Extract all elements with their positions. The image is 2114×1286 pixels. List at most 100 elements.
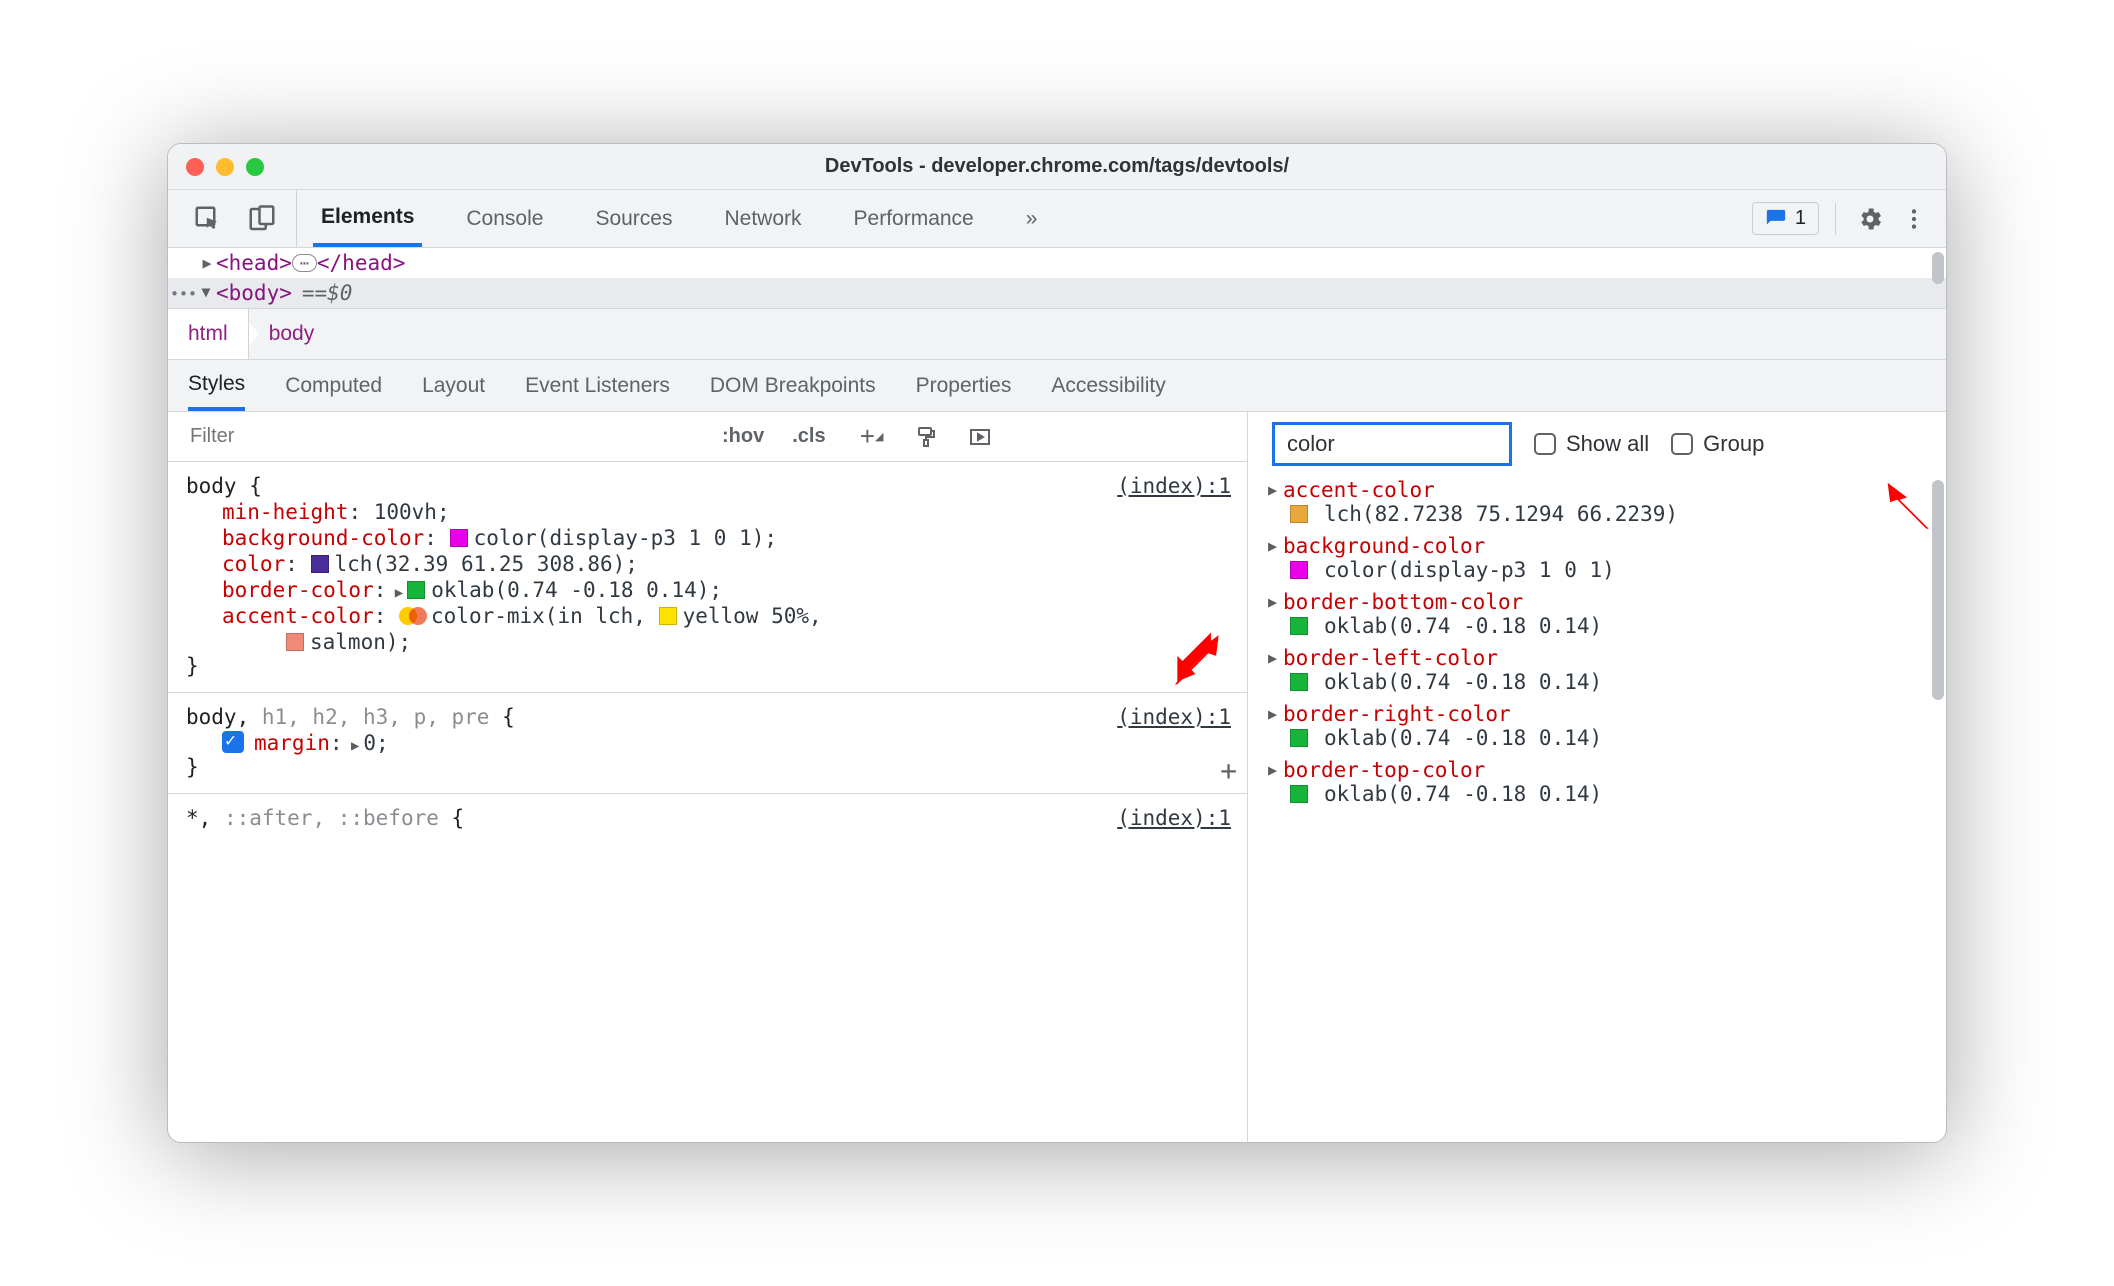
group-checkbox[interactable]: Group	[1671, 431, 1764, 457]
computed-prop-value: oklab(0.74 -0.18 0.14)	[1320, 614, 1602, 638]
computed-prop-name: border-left-color	[1283, 646, 1498, 670]
dom-head-open: <head>	[216, 251, 292, 275]
titlebar: DevTools - developer.chrome.com/tags/dev…	[168, 144, 1946, 190]
breadcrumb: html body	[168, 308, 1946, 360]
subtab-layout[interactable]: Layout	[422, 360, 485, 411]
color-swatch[interactable]	[450, 529, 468, 547]
computed-property[interactable]: ▶ border-bottom-coloroklab(0.74 -0.18 0.1…	[1268, 588, 1938, 644]
computed-property[interactable]: ▶border-left-coloroklab(0.74 -0.18 0.14)	[1268, 644, 1938, 700]
settings-icon[interactable]	[1852, 201, 1888, 237]
color-swatch[interactable]	[659, 607, 677, 625]
color-swatch[interactable]	[286, 633, 304, 651]
styles-pane: :hov .cls +◢ (index):1 body { min-height…	[168, 412, 1248, 1142]
source-link[interactable]: (index):1	[1117, 705, 1231, 729]
subtab-accessibility[interactable]: Accessibility	[1051, 360, 1165, 411]
computed-property[interactable]: ▶ background-colorcolor(display-p3 1 0 1)	[1268, 532, 1938, 588]
tab-sources[interactable]: Sources	[587, 190, 680, 247]
computed-filter-input[interactable]	[1272, 422, 1512, 466]
color-mix-swatch[interactable]	[399, 607, 427, 625]
computed-property[interactable]: ▶ border-right-coloroklab(0.74 -0.18 0.14…	[1268, 700, 1938, 756]
show-all-checkbox[interactable]: Show all	[1534, 431, 1649, 457]
color-swatch[interactable]	[1290, 785, 1308, 803]
annotation-arrow-icon	[1878, 478, 1936, 536]
expand-icon[interactable]: ▶	[386, 585, 403, 601]
expand-icon[interactable]: ▶	[1268, 593, 1277, 611]
expand-icon[interactable]: ▶	[1268, 705, 1277, 723]
rule-close: }	[186, 654, 1231, 678]
computed-property[interactable]: ▶ accent-colorlch(82.7238 75.1294 66.2239…	[1268, 476, 1938, 532]
flexbox-editor-icon[interactable]	[962, 419, 998, 455]
breadcrumb-body[interactable]: body	[248, 309, 335, 359]
subtab-styles[interactable]: Styles	[188, 360, 245, 411]
computed-prop-name: border-top-color	[1283, 758, 1485, 782]
expand-icon[interactable]: ▶	[198, 254, 216, 272]
inspect-element-icon[interactable]	[190, 201, 226, 237]
color-swatch[interactable]	[1290, 505, 1308, 523]
subtab-dom-breakpoints[interactable]: DOM Breakpoints	[710, 360, 876, 411]
computed-prop-value: color(display-p3 1 0 1)	[1320, 558, 1615, 582]
more-menu-icon[interactable]	[1896, 201, 1932, 237]
css-rule-margin[interactable]: (index):1 body, h1, h2, h3, p, pre { mar…	[168, 692, 1247, 793]
expand-icon[interactable]: ▶	[1268, 761, 1277, 779]
cls-toggle[interactable]: .cls	[778, 425, 839, 448]
window-title: DevTools - developer.chrome.com/tags/dev…	[168, 155, 1946, 178]
expand-icon[interactable]: ▶	[1268, 481, 1277, 499]
tab-elements[interactable]: Elements	[313, 190, 422, 247]
expand-icon[interactable]: ▶	[1268, 649, 1277, 667]
annotation-arrow-icon	[1167, 630, 1229, 692]
subtab-computed[interactable]: Computed	[285, 360, 382, 411]
tab-performance[interactable]: Performance	[846, 190, 982, 247]
breadcrumb-html[interactable]: html	[168, 309, 248, 359]
collapsed-ellipsis[interactable]: ⋯	[292, 254, 317, 272]
styles-filter-input[interactable]	[168, 412, 708, 461]
dom-head-close: </head>	[317, 251, 406, 275]
css-rule-body[interactable]: (index):1 body { min-height: 100vh; back…	[168, 462, 1247, 692]
color-swatch[interactable]	[1290, 617, 1308, 635]
computed-prop-name: border-bottom-color	[1283, 590, 1523, 614]
tab-console[interactable]: Console	[458, 190, 551, 247]
computed-prop-value: oklab(0.74 -0.18 0.14)	[1320, 782, 1602, 806]
rule-selector: body, h1, h2, h3, p, pre {	[186, 705, 1231, 729]
rule-close: }	[186, 755, 1231, 779]
css-rule-universal[interactable]: (index):1 *, ::after, ::before {	[168, 793, 1247, 844]
computed-pane: Show all Group ▶ accent-colorlch(82.7238 …	[1248, 412, 1946, 1142]
rule-selector: body {	[186, 474, 1231, 498]
computed-prop-value: lch(82.7238 75.1294 66.2239)	[1320, 502, 1678, 526]
color-swatch[interactable]	[311, 555, 329, 573]
color-swatch[interactable]	[1290, 673, 1308, 691]
computed-property[interactable]: ▶ border-top-coloroklab(0.74 -0.18 0.14)	[1268, 756, 1938, 812]
subtab-properties[interactable]: Properties	[916, 360, 1012, 411]
styles-filter-bar: :hov .cls +◢	[168, 412, 1247, 462]
property-checkbox[interactable]	[222, 731, 244, 753]
main-toolbar: Elements Console Sources Network Perform…	[168, 190, 1946, 248]
color-swatch[interactable]	[1290, 729, 1308, 747]
devtools-window: DevTools - developer.chrome.com/tags/dev…	[167, 143, 1947, 1143]
color-swatch[interactable]	[407, 581, 425, 599]
computed-prop-name: border-right-color	[1283, 702, 1511, 726]
add-declaration-icon[interactable]: +	[1220, 754, 1237, 787]
source-link[interactable]: (index):1	[1117, 474, 1231, 498]
subtab-event-listeners[interactable]: Event Listeners	[525, 360, 670, 411]
new-style-rule-icon[interactable]: +◢	[854, 419, 890, 455]
expand-icon[interactable]: ▶	[1268, 537, 1277, 555]
device-toggle-icon[interactable]	[244, 201, 280, 237]
tab-network[interactable]: Network	[716, 190, 809, 247]
computed-prop-value: oklab(0.74 -0.18 0.14)	[1320, 726, 1602, 750]
tabs-overflow[interactable]: »	[1018, 190, 1046, 247]
computed-scrollbar[interactable]	[1932, 480, 1944, 700]
expand-icon[interactable]: ▶	[343, 738, 360, 754]
issues-chip[interactable]: 1	[1752, 202, 1819, 235]
dom-body-open: <body>	[216, 281, 292, 305]
hov-toggle[interactable]: :hov	[708, 425, 778, 448]
issues-count: 1	[1795, 207, 1806, 230]
collapse-icon[interactable]: ▶	[198, 284, 216, 302]
computed-prop-name: accent-color	[1283, 478, 1435, 502]
dom-scrollbar[interactable]	[1932, 252, 1944, 284]
dom-dollar: $0	[327, 281, 352, 305]
color-swatch[interactable]	[1290, 561, 1308, 579]
source-link[interactable]: (index):1	[1117, 806, 1231, 830]
paint-icon[interactable]	[908, 419, 944, 455]
computed-prop-name: background-color	[1283, 534, 1485, 558]
styles-subtabs: Styles Computed Layout Event Listeners D…	[168, 360, 1946, 412]
dom-tree[interactable]: ▶ <head> ⋯ </head> ▶ <body> == $0	[168, 248, 1946, 308]
